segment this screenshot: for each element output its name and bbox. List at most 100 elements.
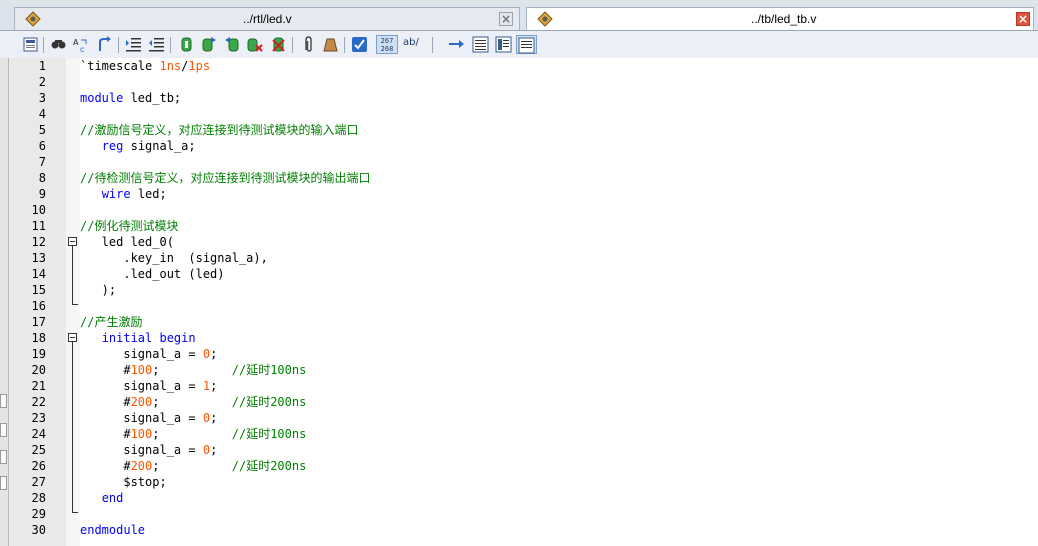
close-icon[interactable]: ×	[499, 12, 513, 26]
line-number: 14	[31, 267, 46, 281]
code-token: ;	[152, 395, 232, 409]
line-number: 29	[31, 507, 46, 521]
replace-icon[interactable]: Ac	[72, 36, 89, 53]
code-token: 200	[130, 395, 153, 409]
unindent-icon[interactable]	[148, 36, 165, 53]
file-info-icon[interactable]	[22, 36, 39, 53]
find-icon[interactable]	[50, 36, 67, 53]
bookmark-next-icon[interactable]	[200, 36, 217, 53]
tab-led-tb-v[interactable]: ../tb/led_tb.v ×	[526, 7, 1034, 30]
line-number: 23	[31, 411, 46, 425]
line-number: 21	[31, 379, 46, 393]
svg-text:c: c	[80, 45, 84, 53]
fold-toggle[interactable]	[68, 333, 77, 342]
line-number: 4	[38, 107, 46, 121]
code-token: //例化待测试模块	[80, 219, 179, 233]
code-token: led led_0(	[80, 235, 174, 249]
line-number: 7	[38, 155, 46, 169]
code-line: #100; //延时100ns	[80, 426, 306, 442]
line-number: 3	[38, 91, 46, 105]
line-number: 6	[38, 139, 46, 153]
close-icon[interactable]: ×	[1016, 12, 1030, 26]
code-token: ;	[210, 347, 218, 361]
code-token: 100	[130, 363, 153, 377]
bookmark-clear-icon[interactable]	[246, 36, 263, 53]
code-token: //延时200ns	[231, 395, 307, 409]
code-line: signal_a = 0;	[80, 410, 217, 426]
bookmark-toggle-icon[interactable]	[178, 36, 195, 53]
code-token: );	[80, 283, 117, 297]
code-line: signal_a = 1;	[80, 378, 217, 394]
code-line: initial begin	[80, 330, 196, 346]
code-token: #	[80, 363, 131, 377]
code-line: endmodule	[80, 522, 145, 538]
code-token: signal_a =	[80, 379, 203, 393]
code-token: $stop;	[80, 475, 167, 489]
fold-toggle[interactable]	[68, 237, 77, 246]
code-line: #200; //延时200ns	[80, 458, 306, 474]
bookmark-list-icon[interactable]	[270, 36, 287, 53]
code-token: //产生激励	[80, 315, 143, 329]
line-number: 28	[31, 491, 46, 505]
goto-icon[interactable]	[96, 36, 113, 53]
code-token: reg	[101, 139, 124, 153]
line-number: 1	[38, 59, 46, 73]
tab-label: ../tb/led_tb.v	[751, 12, 817, 26]
code-token: endmodule	[80, 523, 146, 537]
line-number: 10	[31, 203, 46, 217]
code-token: 0	[202, 411, 211, 425]
code-token: signal_a =	[80, 411, 203, 425]
line-number-gutter: 1 2 3 4 5 6 7 8 9 10 11 12 13 14 15 16 17 18 19 20 21 22 23 24 2…	[9, 58, 66, 546]
tab-bar: ../rtl/led.v × ../tb/led_tb.v ×	[0, 6, 1038, 31]
code-token: 100	[130, 427, 153, 441]
indent-icon[interactable]	[125, 36, 142, 53]
bookmark-prev-icon[interactable]	[224, 36, 241, 53]
spell-check-icon[interactable]	[351, 36, 368, 53]
line-number: 5	[38, 123, 46, 137]
code-token: .led_out (led)	[80, 267, 225, 281]
line-number: 25	[31, 443, 46, 457]
format-icon[interactable]	[322, 36, 339, 53]
code-token: //延时200ns	[231, 459, 307, 473]
code-token: `timescale	[80, 59, 160, 73]
code-token: ;	[152, 459, 232, 473]
code-line: signal_a = 0;	[80, 442, 217, 458]
code-token: 1	[202, 379, 211, 393]
code-line: //待检测信号定义，对应连接到待测试模块的输出端口	[80, 170, 370, 186]
code-token: wire	[101, 187, 131, 201]
line-numbers-icon[interactable]: 267 268	[376, 35, 398, 54]
clip-icon[interactable]	[300, 36, 317, 53]
code-token: //激励信号定义，对应连接到待测试模块的输入端口	[80, 123, 359, 137]
code-line: module led_tb;	[80, 90, 181, 106]
line-number: 12	[31, 235, 46, 249]
word-wrap-icon[interactable]: ab/	[403, 37, 420, 54]
code-line: signal_a = 0;	[80, 346, 217, 362]
code-line: $stop;	[80, 474, 167, 490]
code-token: initial begin	[101, 331, 196, 345]
line-number: 24	[31, 427, 46, 441]
tab-led-v[interactable]: ../rtl/led.v ×	[14, 7, 520, 30]
code-line: `timescale 1ns/1ps	[80, 58, 210, 74]
code-token: 1ps	[188, 59, 211, 73]
code-line: reg signal_a;	[80, 138, 196, 154]
code-token: end	[101, 491, 124, 505]
split-icon[interactable]	[472, 36, 489, 53]
line-number: 18	[31, 331, 46, 345]
code-token: signal_a;	[123, 139, 196, 153]
code-token: ;	[210, 411, 218, 425]
code-token: #	[80, 459, 131, 473]
code-editor[interactable]: `timescale 1ns/1ps module led_tb; //激励信号定义…	[80, 58, 1038, 546]
line-number: 27	[31, 475, 46, 489]
code-token: module	[80, 91, 124, 105]
code-token: #	[80, 427, 131, 441]
line-number: 8	[38, 171, 46, 185]
panel-marker	[0, 476, 7, 490]
code-token: led;	[130, 187, 167, 201]
jump-icon[interactable]	[448, 36, 465, 53]
fullscreen-icon[interactable]	[516, 35, 537, 54]
code-token: led_tb;	[123, 91, 182, 105]
list-icon[interactable]	[495, 36, 512, 53]
